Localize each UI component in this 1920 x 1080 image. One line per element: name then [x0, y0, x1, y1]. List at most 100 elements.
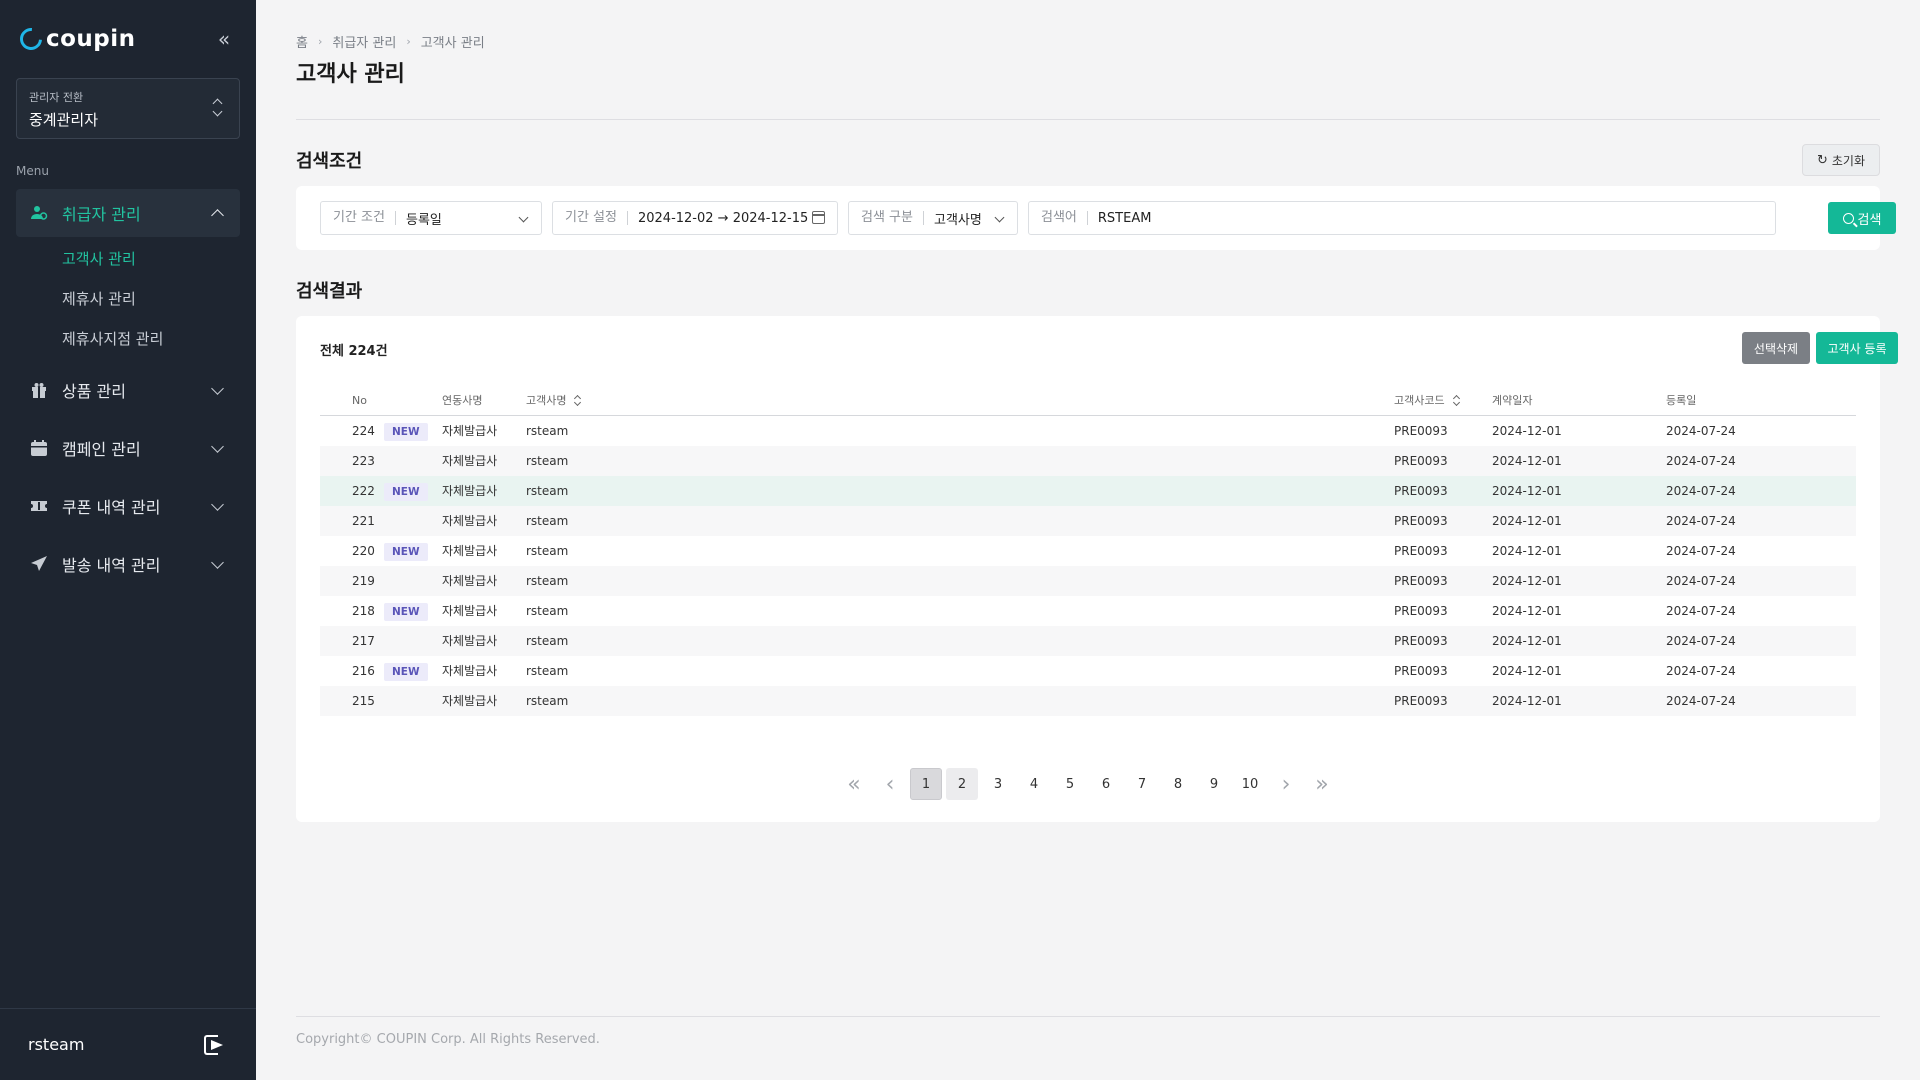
last-page-icon[interactable]: » — [1306, 768, 1338, 800]
row-no: 219 — [352, 574, 375, 588]
results-panel: 전체 224건 선택삭제 고객사 등록 No 연동사명 고객사명 고객사코드 계… — [296, 316, 1898, 822]
footer-divider — [296, 1016, 1880, 1017]
page-4-button[interactable]: 4 — [1018, 768, 1050, 800]
page-title: 고객사 관리 — [296, 62, 405, 87]
sub-item-partner-branch-management[interactable]: 제휴사지점 관리 — [62, 328, 163, 349]
row-linked-company: 자체발급사 — [442, 424, 498, 438]
row-customer-code: PRE0093 — [1394, 514, 1448, 528]
sub-item-customer-management[interactable]: 고객사 관리 — [62, 248, 136, 269]
period-date-range-picker[interactable]: 기간 설정 2024-12-02 → 2024-12-15 — [552, 201, 838, 235]
copyright: Copyright© COUPIN Corp. All Rights Reser… — [296, 1032, 600, 1047]
search-button[interactable]: 검색 — [1828, 202, 1896, 234]
breadcrumb-handler-management[interactable]: 취급자 관리 — [332, 32, 396, 51]
chevron-up-icon — [211, 209, 224, 222]
delete-selected-button[interactable]: 선택삭제 — [1742, 332, 1810, 364]
breadcrumb-current: 고객사 관리 — [420, 36, 485, 51]
page-5-button[interactable]: 5 — [1054, 768, 1086, 800]
page-3-button[interactable]: 3 — [982, 768, 1014, 800]
admin-switch-value: 중계관리자 — [29, 111, 99, 129]
table-body: 224 NEW 자체발급사 rsteam PRE0093 2024-12-01 2024-0… — [320, 416, 1856, 716]
register-customer-button[interactable]: 고객사 등록 — [1816, 332, 1898, 364]
table-row[interactable]: 218 NEW 자체발급사 rsteam PRE0093 2024-12-01 2024-0… — [320, 596, 1856, 626]
row-linked-company: 자체발급사 — [442, 454, 498, 468]
chevron-down-icon — [518, 212, 529, 223]
reset-button[interactable]: ↻ 초기화 — [1802, 144, 1880, 176]
table-row[interactable]: 220 NEW 자체발급사 rsteam PRE0093 2024-12-01 2024-0… — [320, 536, 1856, 566]
brand-logo[interactable]: coupin — [15, 23, 136, 55]
period-setting-value: 2024-12-02 → 2024-12-15 — [637, 210, 809, 226]
page-1-button[interactable]: 1 — [910, 768, 942, 800]
row-no: 220 — [352, 544, 375, 558]
breadcrumb-home[interactable]: 홈 — [296, 32, 308, 51]
column-header-customer-code[interactable]: 고객사코드 — [1394, 386, 1461, 416]
search-panel: 기간 조건 등록일 기간 설정 2024-12-02 → 2024-12-15 … — [296, 186, 1896, 250]
table-row[interactable]: 221 자체발급사 rsteam PRE0093 2024-12-01 2024-07-2… — [320, 506, 1856, 536]
row-no: 217 — [352, 634, 375, 648]
row-customer-name: rsteam — [526, 514, 569, 528]
keyword-field: 검색어 — [1028, 201, 1776, 235]
row-customer-name: rsteam — [526, 664, 569, 678]
search-section-title: 검색조건 — [296, 151, 363, 172]
user-group-icon — [30, 204, 48, 222]
row-contract-date: 2024-12-01 — [1492, 604, 1562, 618]
keyword-input[interactable] — [1097, 210, 1698, 226]
table-row[interactable]: 215 자체발급사 rsteam PRE0093 2024-12-01 2024-07-2… — [320, 686, 1856, 716]
row-linked-company: 자체발급사 — [442, 694, 498, 708]
table-row[interactable]: 224 NEW 자체발급사 rsteam PRE0093 2024-12-01 2024-0… — [320, 416, 1856, 446]
user-bar: rsteam — [0, 1008, 256, 1080]
row-linked-company: 자체발급사 — [442, 544, 498, 558]
row-registered-date: 2024-07-24 — [1666, 544, 1736, 558]
collapse-sidebar-button[interactable]: « — [212, 28, 236, 50]
reset-label: 초기화 — [1831, 153, 1866, 168]
row-no: 215 — [352, 694, 375, 708]
nav-item-send-history[interactable]: 발송 내역 관리 — [16, 540, 240, 588]
row-customer-name: rsteam — [526, 424, 569, 438]
table-row[interactable]: 219 자체발급사 rsteam PRE0093 2024-12-01 2024-07-2… — [320, 566, 1856, 596]
chevron-right-icon: › — [406, 35, 411, 48]
period-condition-select[interactable]: 기간 조건 등록일 — [320, 201, 542, 235]
row-customer-name: rsteam — [526, 574, 569, 588]
admin-switch-select[interactable]: 관리자 전환 중계관리자 — [16, 78, 240, 139]
column-header-contract-date: 계약일자 — [1492, 394, 1533, 407]
calendar-icon — [30, 439, 48, 457]
next-page-icon[interactable]: › — [1270, 768, 1302, 800]
table-row[interactable]: 223 자체발급사 rsteam PRE0093 2024-12-01 2024-07-2… — [320, 446, 1856, 476]
nav-item-campaign-management[interactable]: 캠페인 관리 — [16, 424, 240, 472]
page-2-button[interactable]: 2 — [946, 768, 978, 800]
column-header-customer-name[interactable]: 고객사명 — [526, 386, 582, 416]
chevron-right-icon: › — [317, 35, 323, 48]
divider — [296, 119, 1880, 120]
page-10-button[interactable]: 10 — [1234, 768, 1266, 800]
row-no: 223 — [352, 454, 375, 468]
row-no: 224 — [352, 424, 375, 438]
row-no: 216 — [352, 664, 375, 678]
table-row[interactable]: 217 자체발급사 rsteam PRE0093 2024-12-01 2024-07-2… — [320, 626, 1856, 656]
row-customer-code: PRE0093 — [1394, 694, 1448, 708]
prev-page-icon[interactable]: ‹ — [874, 768, 906, 800]
search-type-value: 고객사명 — [933, 212, 982, 228]
nav-item-handler-management[interactable]: 취급자 관리 — [16, 189, 240, 237]
keyword-label: 검색어 — [1041, 211, 1088, 225]
chevron-down-icon — [994, 212, 1005, 223]
row-no: 222 — [352, 484, 375, 498]
sub-item-partner-management[interactable]: 제휴사 관리 — [62, 288, 136, 309]
nav-item-product-management[interactable]: 상품 관리 — [16, 366, 240, 414]
logout-button[interactable] — [204, 1035, 226, 1055]
row-contract-date: 2024-12-01 — [1492, 544, 1562, 558]
pagination: «‹ 1 2 3 4 5 6 7 8 9 10 ›» — [296, 768, 1880, 800]
brand-name: coupin — [46, 26, 136, 52]
page-7-button[interactable]: 7 — [1126, 768, 1158, 800]
row-contract-date: 2024-12-01 — [1492, 484, 1562, 498]
row-contract-date: 2024-12-01 — [1492, 664, 1562, 678]
search-type-select[interactable]: 검색 구분 고객사명 — [848, 201, 1018, 235]
table-row[interactable]: 216 NEW 자체발급사 rsteam PRE0093 2024-12-01 2024-0… — [320, 656, 1856, 686]
table-row[interactable]: 222 NEW 자체발급사 rsteam PRE0093 2024-12-01 2024-0… — [320, 476, 1856, 506]
page-6-button[interactable]: 6 — [1090, 768, 1122, 800]
search-type-label: 검색 구분 — [861, 211, 924, 225]
first-page-icon[interactable]: « — [838, 768, 870, 800]
refresh-icon: ↻ — [1816, 152, 1828, 168]
row-contract-date: 2024-12-01 — [1492, 574, 1562, 588]
nav-item-coupon-history[interactable]: 쿠폰 내역 관리 — [16, 482, 240, 530]
page-8-button[interactable]: 8 — [1162, 768, 1194, 800]
page-9-button[interactable]: 9 — [1198, 768, 1230, 800]
